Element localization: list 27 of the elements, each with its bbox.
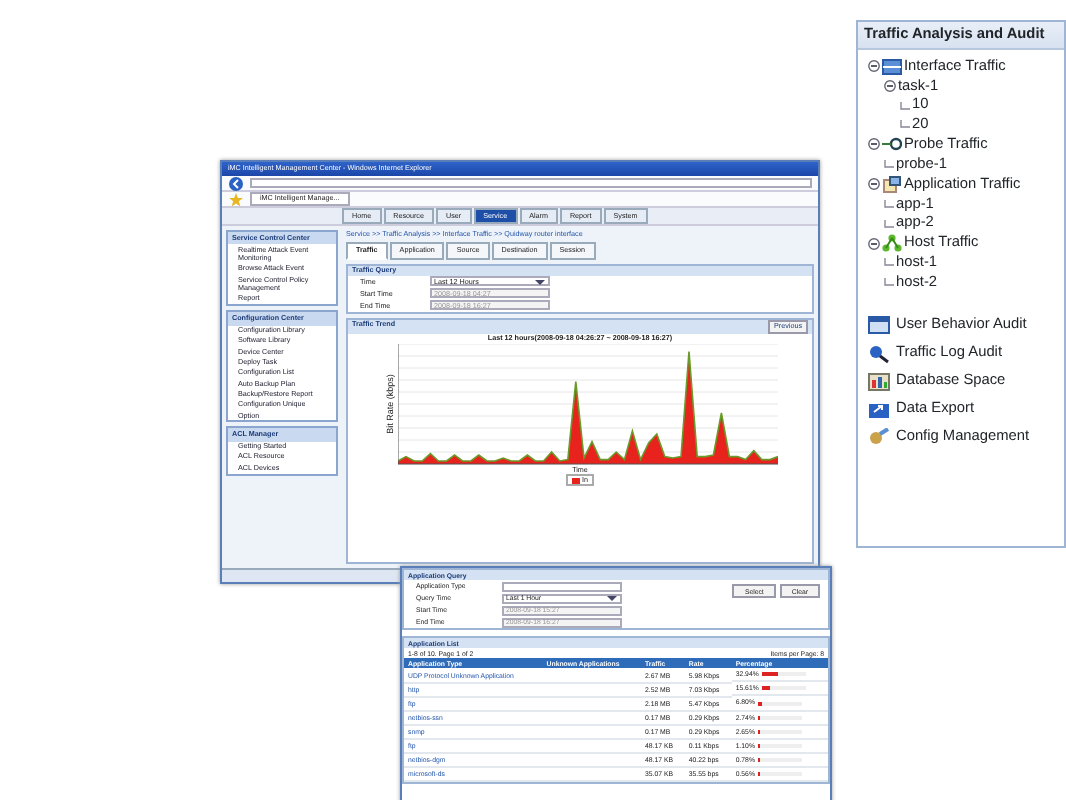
input-field[interactable] bbox=[502, 581, 622, 592]
bar-chart-icon bbox=[868, 371, 890, 392]
network-icon bbox=[882, 57, 902, 76]
window-icon bbox=[882, 175, 902, 194]
tree-line-icon bbox=[884, 160, 894, 169]
caret-icon bbox=[534, 277, 546, 286]
collapse-icon[interactable] bbox=[868, 178, 880, 191]
node-graph-icon bbox=[882, 234, 902, 253]
collapse-icon[interactable] bbox=[868, 60, 880, 73]
tree-line-icon bbox=[884, 278, 894, 287]
tree-line-icon bbox=[884, 219, 894, 228]
collapse-icon[interactable] bbox=[868, 237, 880, 250]
legend-swatch-icon bbox=[572, 477, 580, 484]
tree-line-icon bbox=[900, 101, 910, 110]
magnifier-icon bbox=[868, 343, 890, 364]
address-field[interactable] bbox=[250, 178, 812, 188]
caret-icon bbox=[606, 594, 618, 603]
tree-line-icon bbox=[884, 199, 894, 208]
window-icon bbox=[868, 315, 890, 336]
magnifier-icon bbox=[882, 135, 902, 154]
export-icon bbox=[868, 399, 890, 420]
favorites-star-icon bbox=[228, 191, 244, 207]
wrench-icon bbox=[868, 427, 890, 448]
collapse-icon[interactable] bbox=[884, 79, 896, 92]
tree-line-icon bbox=[884, 258, 894, 267]
tree-line-icon bbox=[900, 120, 910, 129]
collapse-icon[interactable] bbox=[868, 138, 880, 151]
